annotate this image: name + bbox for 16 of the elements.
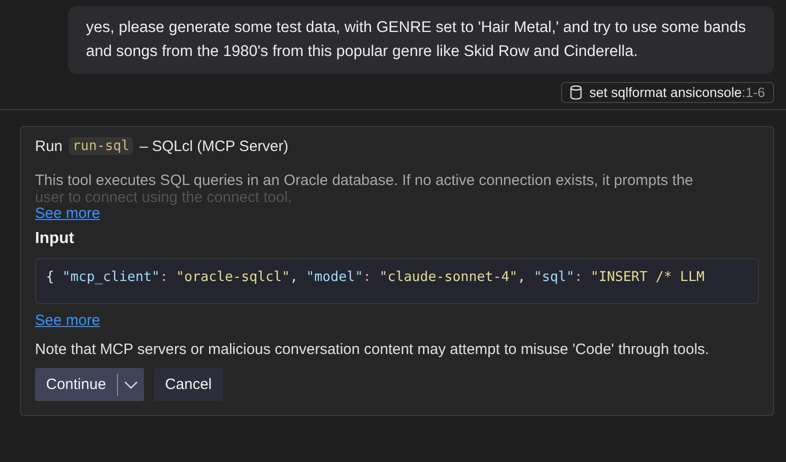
continue-action[interactable]: Continue bbox=[35, 376, 118, 393]
title-prefix: Run bbox=[35, 138, 63, 154]
input-code: { "mcp_client": "oracle-sqlcl", "model": "claude-sonnet-4", "sql": "INSERT /* LLM bbox=[35, 258, 759, 304]
database-icon bbox=[570, 85, 582, 100]
cancel-button[interactable]: Cancel bbox=[154, 368, 223, 401]
tool-name: run-sql bbox=[68, 137, 134, 155]
title-suffix: – SQLcl (MCP Server) bbox=[139, 138, 288, 154]
input-heading: Input bbox=[35, 230, 76, 248]
warning-text: Note that MCP servers or malicious conversation content may attempt to misuse 'Code' through tools. bbox=[35, 340, 710, 360]
see-more-link[interactable]: See more bbox=[35, 312, 100, 329]
caret-icon bbox=[124, 380, 138, 388]
chip-label: set sqlformat ansiconsole:1-6 bbox=[589, 85, 765, 100]
tool-description: This tool executes SQL queries in an Oracle database. If no active connection exists, it prompts the bbox=[35, 171, 694, 191]
user-message: yes, please generate some test data, with GENRE set to 'Hair Metal,' and try to use some bands and songs from the 1980's from this popular genre like Skid Row and Cinderella. bbox=[68, 6, 774, 74]
see-more-link[interactable]: See more bbox=[35, 205, 100, 222]
reference-chip[interactable]: set sqlformat ansiconsole:1-6 bbox=[561, 82, 774, 103]
